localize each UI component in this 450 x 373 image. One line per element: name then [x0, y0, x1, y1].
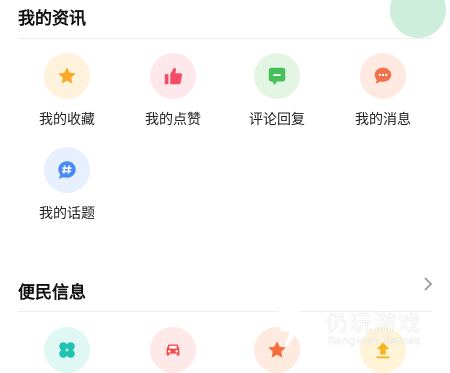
watermark-subtitle: Rengwan Games — [328, 334, 421, 347]
grid-item-messages[interactable]: 我的消息 — [330, 53, 436, 129]
comment-reply-icon — [254, 53, 300, 99]
grid-item-label: 我的点赞 — [145, 112, 201, 128]
section-title-my-info: 我的资讯 — [18, 9, 86, 29]
grid-item-label: 我的话题 — [39, 206, 95, 222]
decorative-circle — [390, 0, 446, 38]
divider — [18, 38, 432, 39]
topic-hash-icon — [44, 147, 90, 193]
grid-item-label: 我的消息 — [355, 112, 411, 128]
grid-item-topics[interactable]: 我的话题 — [14, 147, 120, 223]
section-title-convenience: 便民信息 — [18, 283, 86, 303]
star-icon — [44, 53, 90, 99]
clover-icon — [44, 327, 90, 373]
grid-item-favorites[interactable]: 我的收藏 — [14, 53, 120, 129]
grid-item-convenience-1[interactable] — [14, 327, 120, 373]
watermark: 仍玩游戏 Rengwan Games — [276, 306, 446, 354]
thumbs-up-icon — [150, 53, 196, 99]
watermark-logo-icon — [278, 310, 305, 347]
chevron-right-icon[interactable] — [422, 276, 434, 296]
message-icon — [360, 53, 406, 99]
grid-item-convenience-2[interactable] — [120, 327, 226, 373]
grid-item-likes[interactable]: 我的点赞 — [120, 53, 226, 129]
grid-item-label: 评论回复 — [249, 112, 305, 128]
grid-item-comment-replies[interactable]: 评论回复 — [224, 53, 330, 129]
car-icon — [150, 327, 196, 373]
grid-item-label: 我的收藏 — [39, 112, 95, 128]
